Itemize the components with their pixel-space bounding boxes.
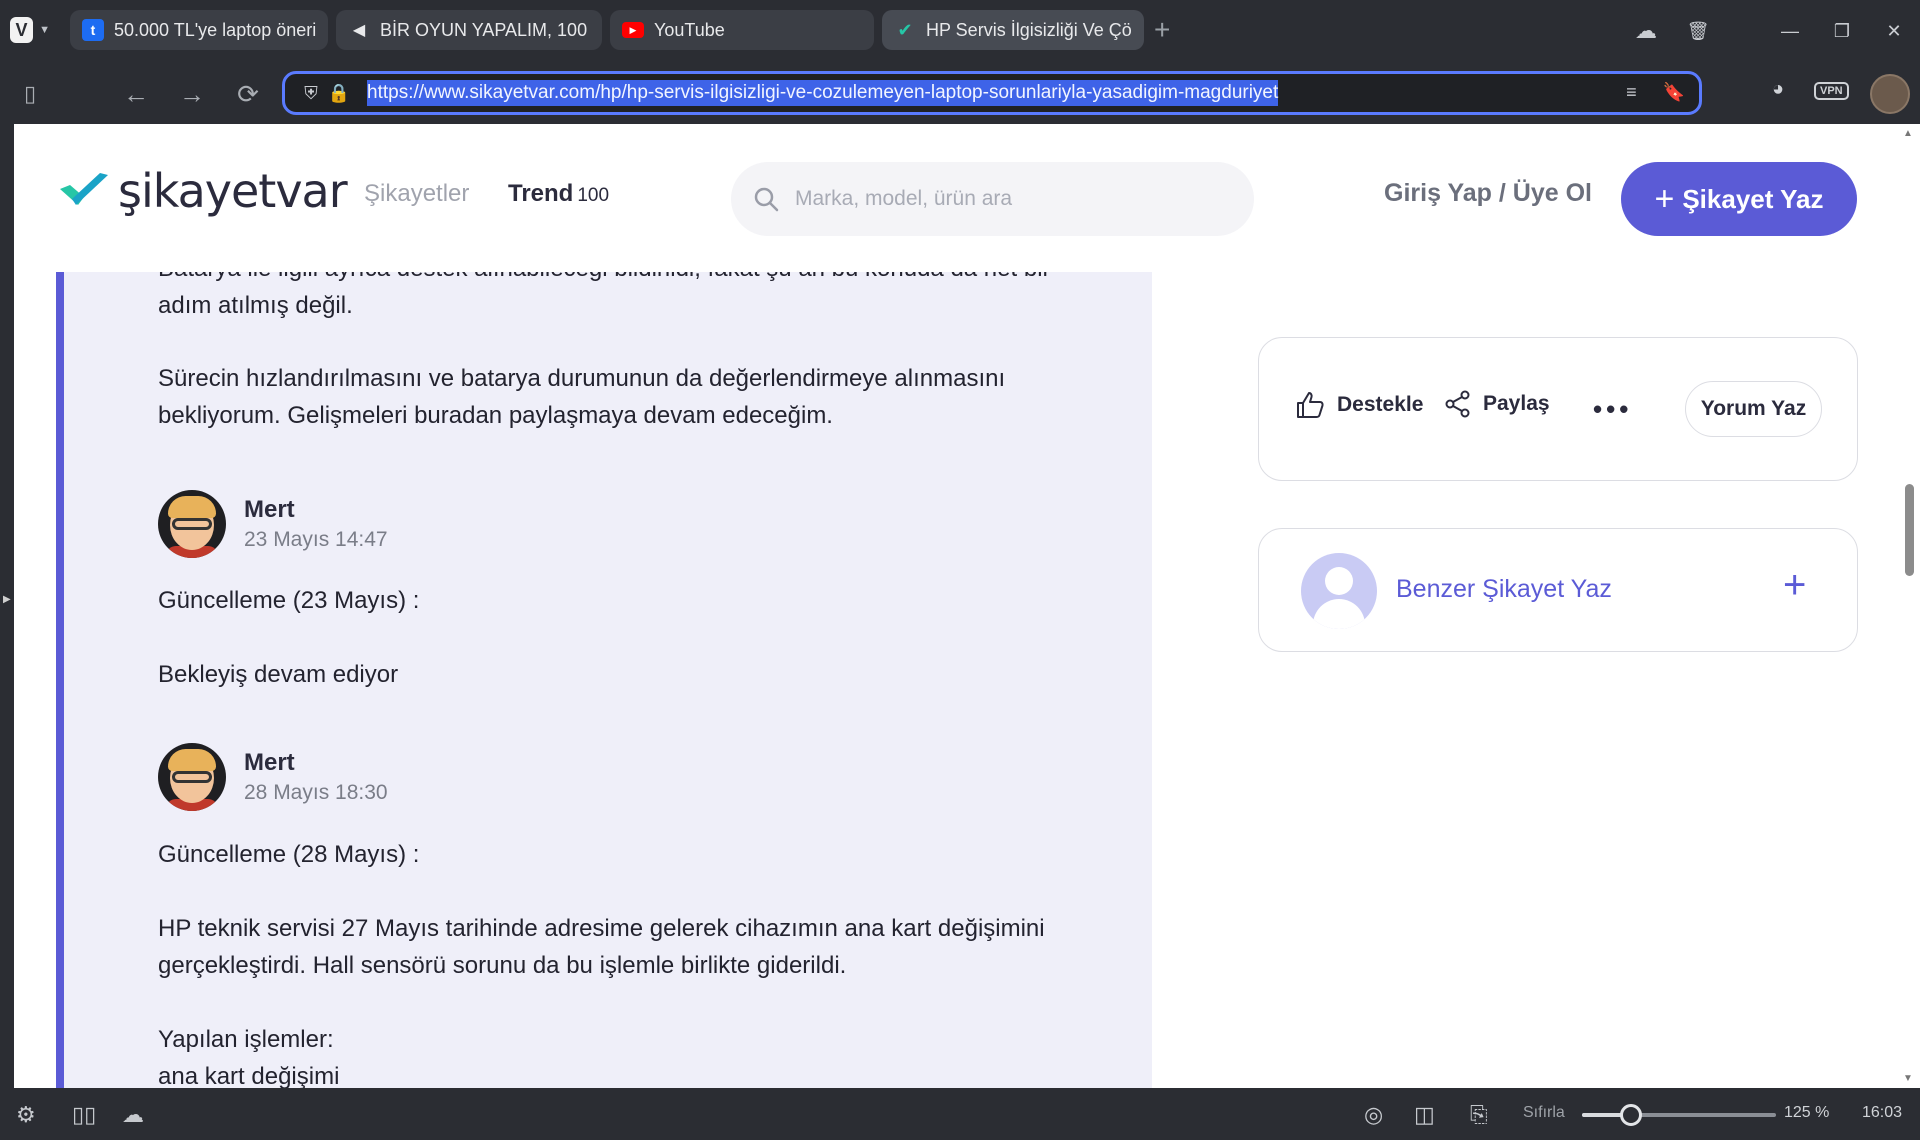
user-avatar-icon [1301,553,1377,629]
tab-bar: V ▼ t 50.000 TL'ye laptop önerisi ◀ BİR … [0,0,1920,62]
tab-laptop[interactable]: t 50.000 TL'ye laptop önerisi [70,10,328,50]
forward-button[interactable]: → [174,76,210,112]
vivaldi-menu-button[interactable]: V ▼ [10,14,50,46]
support-button[interactable]: Destekle [1295,390,1423,420]
page-viewport: Batarya ile ilgili ayrıca destek alınabi… [14,124,1898,1088]
logo-text: şikayetvar [118,164,348,218]
update-list-item: ana kart değişimi [158,1063,340,1088]
write-complaint-label: Şikayet Yaz [1682,183,1824,214]
shield-icon[interactable]: ⛨ [297,83,325,104]
update-author: Mert 23 Mayıs 14:47 [158,490,388,558]
avatar [158,743,226,811]
close-window-button[interactable]: ✕ [1868,5,1920,57]
login-register-link[interactable]: Giriş Yap / Üye Ol [1384,179,1592,208]
update-body: Bekleyiş devam ediyor [158,661,399,688]
chevron-right-icon: ▶ [3,594,11,605]
scroll-up-icon[interactable]: ▲ [1903,128,1913,139]
sikayetvar-logo-icon [60,173,108,205]
tab-title: HP Servis İlgisizliği Ve Çözü [926,19,1132,40]
update-author: Mert 28 Mayıs 18:30 [158,743,388,811]
tab-title: BİR OYUN YAPALIM, 100 Mi [380,19,590,40]
similar-complaint-label: Benzer Şikayet Yaz [1396,575,1612,603]
extension-icon[interactable]: ◕ [1772,78,1784,101]
update-date: 23 Mayıs 14:47 [244,528,388,551]
share-icon [1445,390,1470,418]
zoom-slider-knob[interactable] [1619,1104,1642,1126]
update-date: 28 Mayıs 18:30 [244,781,388,804]
write-complaint-button[interactable]: + Şikayet Yaz [1621,162,1857,236]
plus-icon[interactable]: + [1783,565,1806,605]
tile-panel-icon[interactable]: ▯▯ [72,1102,96,1128]
lock-icon[interactable]: 🔒 [325,83,353,104]
search-input[interactable] [795,187,1215,211]
address-toolbar: ▯ ← → ⟳ ⛨ 🔒 https://www.sikayetvar.com/h… [0,62,1920,124]
zoom-level: 125 % [1784,1104,1830,1121]
thumbs-up-icon [1297,392,1324,418]
write-comment-button[interactable]: Yorum Yaz [1685,381,1822,437]
reload-button[interactable]: ⟳ [230,76,266,112]
vpn-button[interactable]: VPN [1814,82,1849,100]
zoom-slider[interactable] [1582,1104,1776,1126]
address-bar[interactable]: ⛨ 🔒 https://www.sikayetvar.com/hp/hp-ser… [282,71,1702,115]
trash-icon[interactable]: 🗑 [1672,5,1724,57]
zoom-reset-button[interactable]: Sıfırla [1523,1104,1565,1122]
author-name: Mert [244,749,295,776]
new-tab-button[interactable]: + [1154,16,1170,44]
cloud-icon[interactable]: ☁ [122,1102,144,1128]
panel-toggle-icon[interactable]: ▯ [12,76,48,112]
url-text[interactable]: https://www.sikayetvar.com/hp/hp-servis-… [367,80,1279,106]
tab-title: YouTube [654,19,725,40]
tab-title: 50.000 TL'ye laptop önerisi [114,19,316,40]
sikayetvar-icon: ✔ [897,19,913,40]
restore-button[interactable]: ❐ [1816,5,1868,57]
status-bar: ⚙ ▯▯ ☁ ◎ ◫ ⎘ Sıfırla 125 % 16:03 [0,1088,1920,1140]
tab-sikayetvar[interactable]: ✔ HP Servis İlgisizliği Ve Çözü [882,10,1144,50]
site-logo[interactable]: şikayetvar [58,164,348,218]
nav-trend[interactable]: Trend 100 [508,180,609,208]
author-name: Mert [244,496,295,523]
complaint-paragraph: Sürecin hızlandırılmasını ve batarya dur… [158,365,1006,429]
tiling-icon[interactable]: ◫ [1414,1102,1435,1128]
nav-trend-count: 100 [577,185,610,206]
support-label: Destekle [1337,393,1424,416]
more-options-icon[interactable]: ••• [1593,394,1632,425]
avatar [158,490,226,558]
similar-complaint-card[interactable]: Benzer Şikayet Yaz + [1258,528,1858,652]
update-list-heading: Yapılan işlemler: [158,1026,334,1053]
plus-icon: + [1654,180,1675,218]
tab-oyun[interactable]: ◀ BİR OYUN YAPALIM, 100 Mi [336,10,602,50]
update-heading: Güncelleme (23 Mayıs) : [158,587,420,614]
chevron-down-icon: ▼ [39,24,50,36]
share-label: Paylaş [1483,392,1550,415]
nav-sikayetler[interactable]: Şikayetler [364,180,469,208]
update-heading: Güncelleme (28 Mayıs) : [158,841,420,868]
side-panel-grip[interactable]: ▶ [0,124,14,1088]
back-button[interactable]: ← [118,76,154,112]
settings-icon[interactable]: ⚙ [16,1102,36,1128]
reader-view-icon[interactable]: ≡ [1626,82,1637,103]
search-box[interactable] [731,162,1254,236]
speaker-icon: ◀ [352,22,366,39]
tab-youtube[interactable]: ▶ YouTube [610,10,874,50]
capture-icon[interactable]: ◎ [1364,1102,1383,1128]
page-actions-icon[interactable]: ⎘ [1470,1102,1488,1128]
scroll-down-icon[interactable]: ▼ [1903,1073,1913,1084]
actions-card: Destekle Paylaş ••• Yorum Yaz [1258,337,1858,481]
page-scrollbar[interactable]: ▲ ▼ [1898,124,1920,1088]
update-body: HP teknik servisi 27 Mayıs tarihinde adr… [158,915,1045,979]
minimize-button[interactable]: — [1764,5,1816,57]
scrollbar-thumb[interactable] [1905,484,1914,576]
vivaldi-logo-icon: V [10,17,34,43]
cloud-sync-icon[interactable]: ☁ [1620,5,1672,57]
site-header: şikayetvar Şikayetler Trend100 Giriş Yap… [14,124,1898,272]
nav-trend-label: Trend [508,180,574,207]
youtube-icon: ▶ [622,22,644,38]
share-button[interactable]: Paylaş [1445,390,1550,418]
bookmark-icon[interactable]: 🔖 [1663,82,1685,103]
tab-favicon-icon: t [82,19,104,41]
clock: 16:03 [1862,1104,1903,1121]
profile-avatar[interactable] [1870,74,1910,114]
search-icon [754,187,779,212]
